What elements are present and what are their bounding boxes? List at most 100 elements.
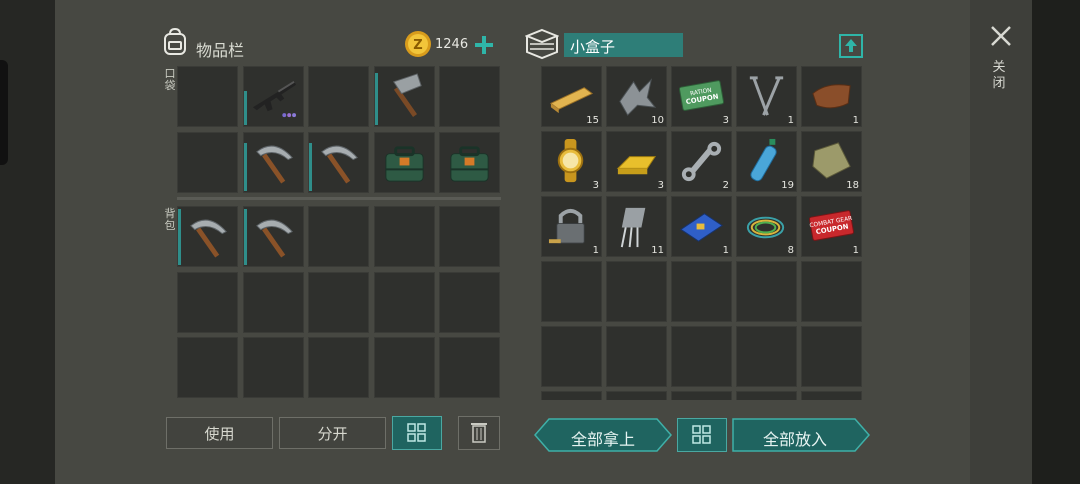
durability-bar bbox=[309, 142, 312, 191]
inventory-slot-gold-watch[interactable]: 3 bbox=[541, 131, 602, 192]
empty-slot[interactable] bbox=[736, 261, 797, 322]
empty-slot[interactable] bbox=[541, 391, 602, 400]
empty-slot[interactable] bbox=[242, 271, 304, 333]
inventory-slot-hammer[interactable] bbox=[373, 66, 435, 127]
empty-slot[interactable] bbox=[801, 261, 862, 322]
wires-icon bbox=[746, 216, 785, 239]
empty-slot[interactable] bbox=[541, 261, 602, 322]
inventory-slot-pickaxe[interactable] bbox=[242, 131, 304, 193]
inventory-slot-pickaxe[interactable] bbox=[177, 206, 238, 267]
coupon-icon: RATIONCOUPON bbox=[679, 80, 724, 111]
padlock-icon bbox=[548, 208, 585, 244]
device-notch bbox=[0, 60, 8, 165]
use-button[interactable]: 使用 bbox=[166, 417, 273, 449]
toolbox-icon bbox=[450, 145, 489, 182]
inventory-slot-combat-coupon[interactable]: COMBAT GEAR COUPON 1 bbox=[801, 196, 862, 257]
empty-slot[interactable] bbox=[801, 326, 862, 387]
container-title: 小盒子 bbox=[570, 38, 616, 56]
empty-slot[interactable] bbox=[671, 326, 732, 387]
pickaxe-icon bbox=[255, 145, 293, 184]
empty-slot[interactable] bbox=[439, 337, 500, 398]
empty-slot[interactable] bbox=[308, 337, 369, 398]
empty-slot[interactable] bbox=[308, 66, 369, 127]
coin-count: 1246 bbox=[435, 37, 469, 52]
inventory-slot-gold-bar[interactable]: 3 bbox=[606, 131, 667, 192]
backpack-label: 背包 bbox=[164, 207, 176, 232]
empty-slot[interactable] bbox=[606, 326, 667, 387]
toolbox-icon bbox=[384, 145, 424, 182]
inventory-slot-assault-rifle[interactable] bbox=[242, 66, 304, 127]
inventory-slot-circuit-board[interactable]: 1 bbox=[671, 196, 732, 257]
container-sort-button[interactable] bbox=[677, 418, 727, 452]
empty-slot[interactable] bbox=[308, 271, 369, 333]
inventory-slot-pickaxe[interactable] bbox=[242, 206, 304, 267]
box-icon bbox=[525, 28, 559, 60]
empty-slot[interactable] bbox=[671, 261, 732, 322]
item-count: 1 bbox=[852, 115, 859, 126]
empty-slot[interactable] bbox=[801, 391, 862, 400]
empty-slot[interactable] bbox=[177, 337, 238, 398]
empty-slot[interactable] bbox=[736, 391, 797, 400]
empty-slot[interactable] bbox=[308, 206, 369, 267]
container-grid[interactable]: 15 10 RATION COUPON 3 1 1 3 3 2 19 18 1 11 1 8 COMBAT GE… bbox=[540, 66, 865, 400]
item-count: 1 bbox=[852, 245, 859, 256]
split-button[interactable]: 分开 bbox=[279, 417, 386, 449]
empty-slot[interactable] bbox=[373, 337, 435, 398]
pocket-label: 口袋 bbox=[164, 67, 176, 92]
empty-slot[interactable] bbox=[439, 271, 500, 333]
empty-slot[interactable] bbox=[606, 261, 667, 322]
inventory-slot-cloth[interactable]: 18 bbox=[801, 131, 862, 192]
inventory-slot-scrap-metal[interactable]: 10 bbox=[606, 66, 667, 127]
inventory-slot-water-bottle[interactable]: 19 bbox=[736, 131, 797, 192]
item-count: 10 bbox=[651, 115, 664, 126]
empty-slot[interactable] bbox=[177, 271, 238, 333]
inventory-slot-coupon[interactable]: RATION COUPON 3 bbox=[671, 66, 732, 127]
inventory-slot-wrench[interactable]: 2 bbox=[671, 131, 732, 192]
empty-slot[interactable] bbox=[373, 206, 435, 267]
inventory-slot-transistor[interactable]: 11 bbox=[606, 196, 667, 257]
item-count: 2 bbox=[722, 180, 729, 191]
durability-bar bbox=[178, 209, 181, 265]
empty-slot[interactable] bbox=[736, 326, 797, 387]
durability-bar bbox=[243, 91, 247, 125]
hammer-icon bbox=[392, 73, 422, 117]
empty-slot[interactable] bbox=[242, 337, 304, 398]
inventory-slot-nails[interactable]: 1 bbox=[736, 66, 797, 127]
pickaxe-icon bbox=[190, 219, 227, 258]
upload-icon[interactable] bbox=[838, 33, 864, 59]
circuit-board-icon bbox=[680, 213, 723, 242]
inventory-slot-pickaxe[interactable] bbox=[308, 131, 369, 193]
combat-coupon-icon: COMBAT GEARCOUPON bbox=[809, 210, 854, 241]
inventory-slot-toolbox[interactable] bbox=[373, 131, 435, 193]
inventory-slot-wires[interactable]: 8 bbox=[736, 196, 797, 257]
add-coins-button[interactable] bbox=[472, 33, 496, 57]
durability-bar bbox=[374, 73, 378, 125]
close-icon[interactable] bbox=[989, 24, 1013, 48]
empty-slot[interactable] bbox=[541, 326, 602, 387]
trash-button[interactable] bbox=[458, 416, 500, 450]
empty-slot[interactable] bbox=[671, 391, 732, 400]
empty-slot[interactable] bbox=[439, 66, 500, 127]
put-all-label: 全部放入 bbox=[762, 430, 827, 449]
inventory-slot-padlock[interactable]: 1 bbox=[541, 196, 602, 257]
empty-slot[interactable] bbox=[373, 271, 435, 333]
empty-slot[interactable] bbox=[439, 206, 500, 267]
svg-text:Z: Z bbox=[413, 38, 422, 53]
empty-slot[interactable] bbox=[177, 66, 238, 127]
inventory-slot-toolbox[interactable] bbox=[439, 131, 500, 193]
close-label[interactable]: 关闭 bbox=[992, 60, 1006, 92]
inventory-slot-wood-plank[interactable]: 15 bbox=[541, 66, 602, 127]
inventory-slot-leather[interactable]: 1 bbox=[801, 66, 862, 127]
item-count: 1 bbox=[787, 115, 794, 126]
empty-slot[interactable] bbox=[177, 131, 238, 193]
container-name-field[interactable]: 小盒子 bbox=[564, 33, 683, 57]
inventory-sort-button[interactable] bbox=[392, 416, 442, 450]
item-count: 15 bbox=[586, 115, 599, 126]
inventory-title: 物品栏 bbox=[196, 41, 245, 60]
grid-icon bbox=[407, 423, 426, 442]
durability-bar bbox=[243, 142, 247, 191]
item-count: 3 bbox=[592, 180, 599, 191]
scrap-metal-icon bbox=[619, 78, 657, 116]
empty-slot[interactable] bbox=[606, 391, 667, 400]
assault-rifle-icon bbox=[252, 80, 296, 118]
